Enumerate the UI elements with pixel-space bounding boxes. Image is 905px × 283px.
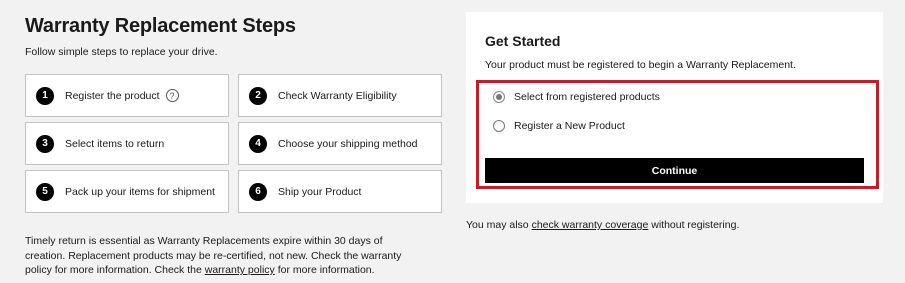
option-new-product[interactable]: Register a New Product (493, 120, 625, 132)
page-title: Warranty Replacement Steps (25, 15, 296, 37)
step-label: Choose your shipping method (278, 137, 418, 150)
step-card-4: 4 Choose your shipping method (238, 122, 442, 165)
step-card-6: 6 Ship your Product (238, 170, 442, 213)
note-text-end: for more information. (274, 264, 375, 276)
coverage-text: You may also (466, 219, 532, 231)
question-circle-icon[interactable]: ? (165, 89, 179, 102)
step-card-1: 1 Register the product ? (25, 74, 229, 117)
step-number-badge: 1 (36, 86, 54, 105)
step-card-5: 5 Pack up your items for shipment (25, 170, 229, 213)
radio-button-checked[interactable] (493, 91, 505, 103)
step-number-badge: 2 (249, 86, 267, 105)
option-label: Select from registered products (514, 91, 660, 103)
step-card-2: 2 Check Warranty Eligibility (238, 74, 442, 117)
steps-section: Warranty Replacement Steps Follow simple… (25, 14, 445, 276)
step-number-badge: 4 (249, 134, 267, 153)
step-number-badge: 3 (36, 134, 54, 153)
step-label: Check Warranty Eligibility (278, 89, 397, 102)
check-coverage-link[interactable]: check warranty coverage (532, 219, 649, 231)
coverage-text-end: without registering. (648, 219, 740, 231)
coverage-note: You may also check warranty coverage wit… (466, 219, 739, 231)
panel-title: Get Started (485, 33, 561, 49)
radio-button[interactable] (493, 120, 505, 132)
step-number-badge: 6 (249, 182, 267, 201)
step-card-3: 3 Select items to return (25, 122, 229, 165)
step-number-badge: 5 (36, 182, 54, 201)
step-label: Ship your Product (278, 185, 362, 198)
expiry-note: Timely return is essential as Warranty R… (25, 234, 425, 278)
step-label: Register the product (65, 89, 160, 102)
option-registered-products[interactable]: Select from registered products (493, 91, 660, 103)
continue-button[interactable]: Continue (485, 158, 864, 183)
panel-description: Your product must be registered to begin… (485, 59, 796, 71)
page-subtitle: Follow simple steps to replace your driv… (25, 46, 218, 58)
option-label: Register a New Product (514, 120, 625, 132)
step-label: Pack up your items for shipment (65, 185, 215, 198)
warranty-policy-link[interactable]: warranty policy (205, 264, 275, 276)
step-label: Select items to return (65, 137, 165, 150)
